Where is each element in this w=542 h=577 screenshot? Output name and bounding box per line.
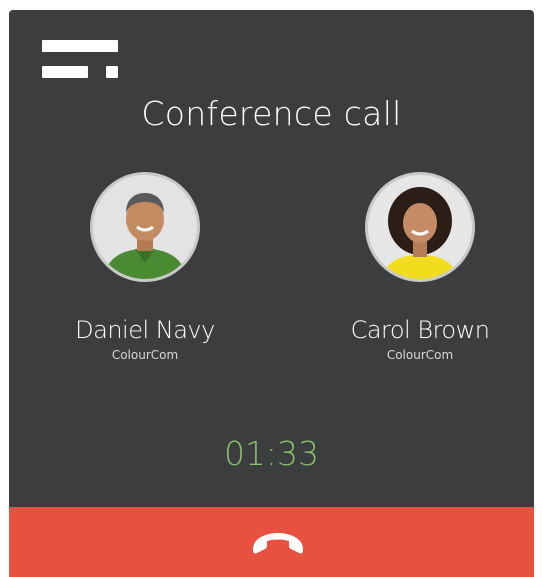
end-call-button[interactable] <box>9 507 534 577</box>
avatar-photo-man <box>93 175 197 279</box>
avatar <box>365 172 475 282</box>
avatar-photo-woman <box>368 175 472 279</box>
participant-card[interactable]: Carol Brown ColourCom <box>300 172 534 362</box>
participant-company: ColourCom <box>111 348 179 362</box>
participant-company: ColourCom <box>386 348 454 362</box>
avatar <box>90 172 200 282</box>
menu-bar-dot <box>106 66 118 78</box>
menu-bar-top <box>42 40 118 52</box>
participant-name: Daniel Navy <box>75 316 215 344</box>
menu-icon[interactable] <box>42 40 120 84</box>
phone-hangup-icon <box>253 533 303 554</box>
call-title: Conference call <box>141 94 402 133</box>
call-timer: 01:33 <box>223 434 320 473</box>
participant-card[interactable]: Daniel Navy ColourCom <box>25 172 265 362</box>
participant-name: Carol Brown <box>350 316 490 344</box>
call-screen: Conference call Daniel Navy ColourCom Ca… <box>9 10 534 577</box>
menu-bar-bottom <box>42 66 88 78</box>
